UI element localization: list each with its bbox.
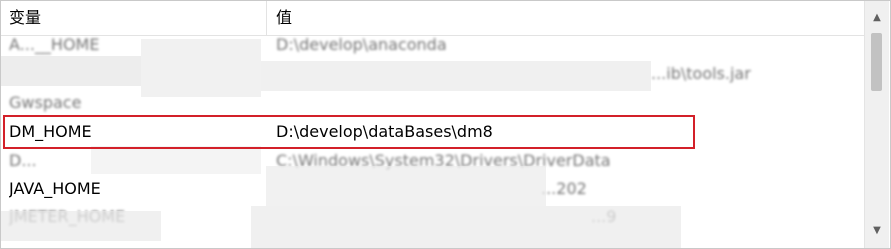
vertical-scrollbar[interactable]: ▲ ▼: [864, 1, 889, 248]
variable-value: ...202: [541, 179, 587, 198]
redaction-smudge: [261, 61, 651, 91]
variable-name: DM_HOME: [9, 122, 92, 141]
variable-value: D:\develop\dataBases\dm8: [276, 122, 493, 141]
scroll-up-icon[interactable]: ▲: [865, 7, 889, 29]
variable-value: ...ib\tools.jar: [651, 64, 751, 83]
variable-name: JAVA_HOME: [9, 179, 101, 198]
redaction-smudge: [1, 56, 141, 86]
scroll-down-icon[interactable]: ▼: [865, 220, 889, 242]
variable-value: D:\develop\anaconda: [276, 35, 447, 54]
table-row[interactable]: A...__HOME D:\develop\anaconda: [1, 30, 865, 59]
scrollbar-thumb[interactable]: [871, 33, 882, 91]
table-row[interactable]: Gwspace: [1, 88, 865, 117]
redaction-smudge: [1, 211, 161, 241]
environment-variables-table: 变量 值 A...__HOME D:\develop\anaconda ...i…: [0, 0, 891, 249]
table-row-dm-home[interactable]: DM_HOME D:\develop\dataBases\dm8: [1, 117, 865, 146]
redaction-smudge: [266, 166, 546, 206]
redaction-smudge: [91, 146, 261, 174]
redaction-smudge: [251, 206, 681, 248]
variable-value: [276, 88, 861, 117]
redaction-smudge: [141, 39, 261, 97]
